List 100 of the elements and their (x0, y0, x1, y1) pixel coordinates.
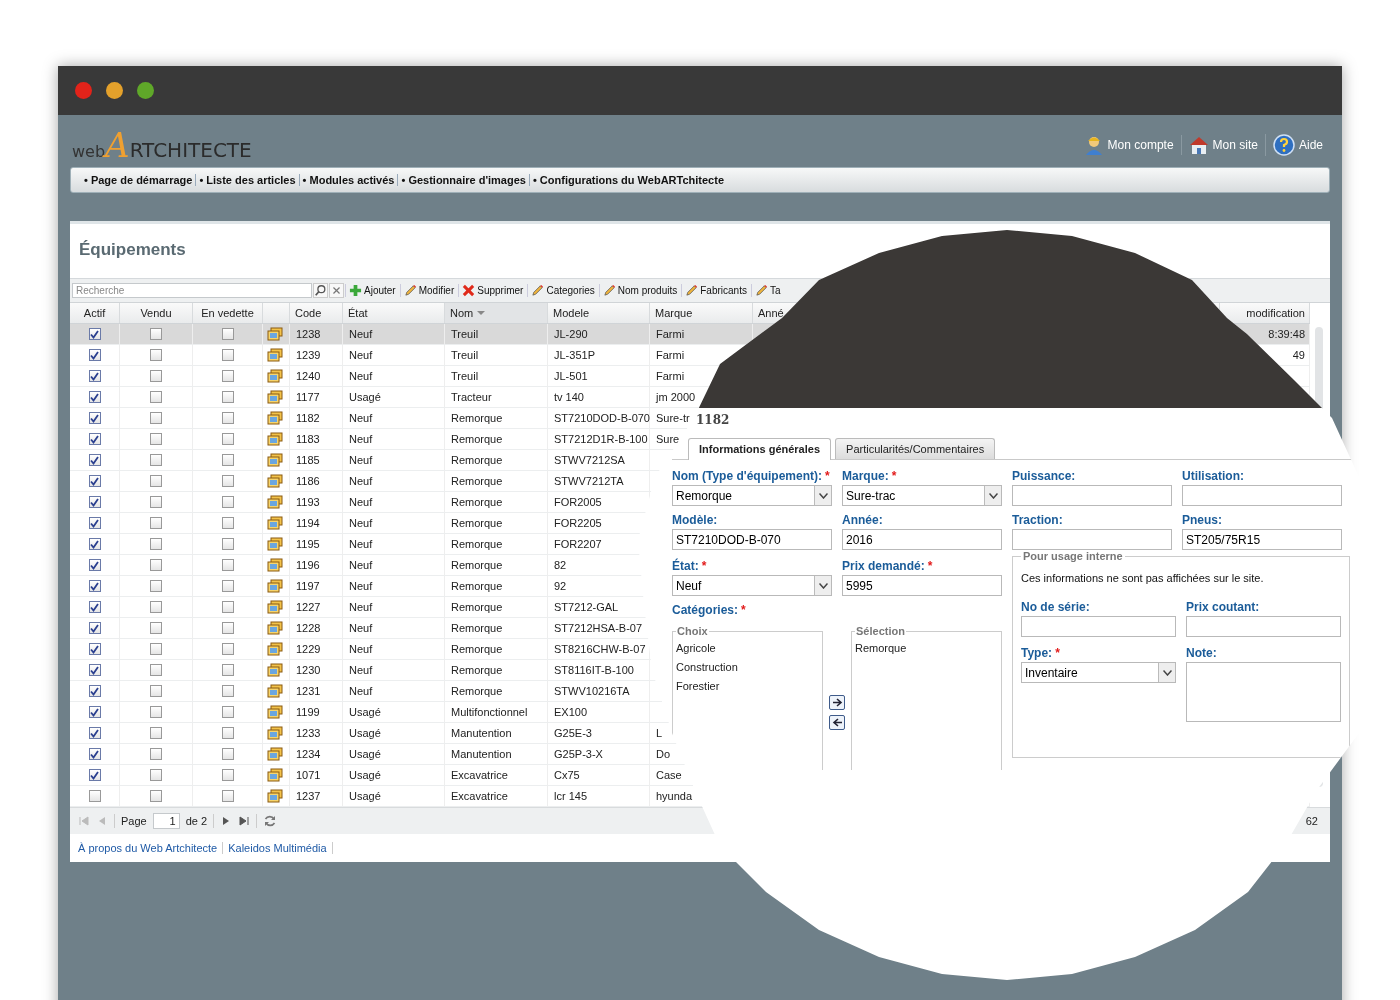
field-label: Prix coutant: (1186, 600, 1260, 614)
list-title: Sélection (855, 625, 906, 637)
table-cell: Usagé (349, 769, 381, 781)
table-cell: Excavatrice (451, 769, 508, 781)
table-cell: 1238 (296, 328, 321, 340)
field-label: Marque: (842, 469, 889, 483)
table-cell: Neuf (349, 580, 373, 592)
table-cell: Usagé (349, 748, 381, 760)
table-cell: Remorque (451, 517, 503, 529)
table-cell: G25E-3 (554, 727, 592, 739)
field-label: Nom (Type d'équipement): (672, 469, 822, 483)
table-cell: Neuf (349, 433, 373, 445)
table-cell: Tracteur (451, 391, 492, 403)
table-cell: Usagé (349, 706, 381, 718)
table-cell: Remorque (451, 622, 503, 634)
table-cell: Sure-tr (656, 412, 690, 424)
table-cell: JL-351P (554, 349, 595, 361)
table-cell: Remorque (451, 538, 503, 550)
table-cell: Treuil (451, 349, 479, 361)
table-cell: Farmi (656, 328, 685, 340)
table-cell: JL-501 (554, 370, 588, 382)
list-title: Choix (676, 625, 709, 637)
table-cell: Remorque (451, 685, 503, 697)
required-mark: * (1055, 646, 1060, 660)
table-cell: Neuf (349, 622, 373, 634)
table-cell: 82 (554, 559, 567, 571)
table-cell: Manutention (451, 727, 512, 739)
table-cell: 1196 (296, 559, 320, 571)
table-cell: Cx75 (554, 769, 580, 781)
table-cell: ST8116IT-B-100 (554, 664, 634, 676)
table-cell: Farmi (656, 370, 685, 382)
table-cell: Remorque (451, 559, 503, 571)
table-cell: Neuf (349, 475, 373, 487)
table-cell: ST7212D1R-B-100 (554, 433, 648, 445)
table-cell: ST7212HSA-B-07 (554, 622, 643, 634)
table-cell: 49 (1292, 349, 1305, 361)
field-label: Année: (842, 513, 883, 527)
table-cell: Remorque (451, 496, 503, 508)
table-cell: Manutention (451, 748, 512, 760)
table-cell: Treuil (451, 328, 479, 340)
required-mark: * (741, 603, 746, 617)
table-cell: 1185 (296, 454, 320, 466)
required-mark: * (891, 469, 897, 483)
table-cell: ST7210DOD-B-070 (554, 412, 650, 424)
table-cell: Usagé (349, 727, 381, 739)
table-cell: Neuf (349, 349, 373, 361)
table-cell: FOR2005 (554, 496, 602, 508)
table-cell: Neuf (349, 370, 373, 382)
panel-title: Équipements (78, 239, 187, 261)
table-cell: STWV10216TA (554, 685, 630, 697)
table-cell: Neuf (349, 517, 373, 529)
table-cell: 1195 (296, 538, 320, 550)
table-cell: 1228 (296, 622, 321, 634)
table-cell: L (656, 727, 663, 739)
table-cell: Usagé (349, 790, 381, 802)
record-title: 1182 (696, 412, 730, 429)
field-label: Puissance: (1012, 469, 1076, 483)
table-cell: 1233 (296, 727, 321, 739)
table-cell: FOR2205 (554, 517, 602, 529)
field-label: Prix demandé: (842, 559, 925, 573)
table-cell: Neuf (349, 454, 373, 466)
table-cell: 1231 (296, 685, 321, 697)
table-cell: tv 140 (554, 391, 584, 403)
table-cell: 8:39:48 (1268, 328, 1305, 340)
field-label: Utilisation: (1182, 469, 1244, 483)
table-cell: Remorque (451, 643, 503, 655)
table-cell: 1230 (296, 664, 321, 676)
table-cell: Excavatrice (451, 790, 508, 802)
field-label: Pneus: (1182, 513, 1222, 527)
table-cell: Farmi (656, 349, 685, 361)
table-cell: 1229 (296, 643, 321, 655)
required-mark: * (927, 559, 933, 573)
site-logo: webARTCHITECTE (71, 128, 252, 162)
table-cell: Remorque (451, 580, 503, 592)
field-label: Type: (1021, 646, 1053, 660)
table-cell: Neuf (349, 601, 373, 613)
table-cell: Neuf (349, 412, 373, 424)
table-cell: STWV7212TA (554, 475, 624, 487)
table-cell: lcr 145 (554, 790, 588, 802)
field-label: No de série: (1021, 600, 1090, 614)
required-mark: * (824, 469, 830, 483)
page-count: de 2 (185, 815, 208, 827)
table-cell: Sure (656, 433, 680, 445)
required-mark: * (701, 559, 707, 573)
table-cell: Remorque (451, 412, 503, 424)
table-cell: 1227 (296, 601, 321, 613)
table-cell: 1199 (296, 706, 320, 718)
field-label: Traction: (1012, 513, 1063, 527)
table-cell: Remorque (451, 433, 503, 445)
table-cell: 1182 (296, 412, 320, 424)
table-cell: hyunda (656, 790, 693, 802)
table-cell: Neuf (349, 643, 373, 655)
table-cell: Neuf (349, 685, 373, 697)
table-cell: 1234 (296, 748, 321, 760)
table-cell: 92 (554, 580, 567, 592)
table-cell: Do (656, 748, 671, 760)
table-cell: 1197 (296, 580, 320, 592)
table-cell: 1186 (296, 475, 320, 487)
table-cell: ST8216CHW-B-07 (554, 643, 646, 655)
table-cell: Neuf (349, 664, 373, 676)
